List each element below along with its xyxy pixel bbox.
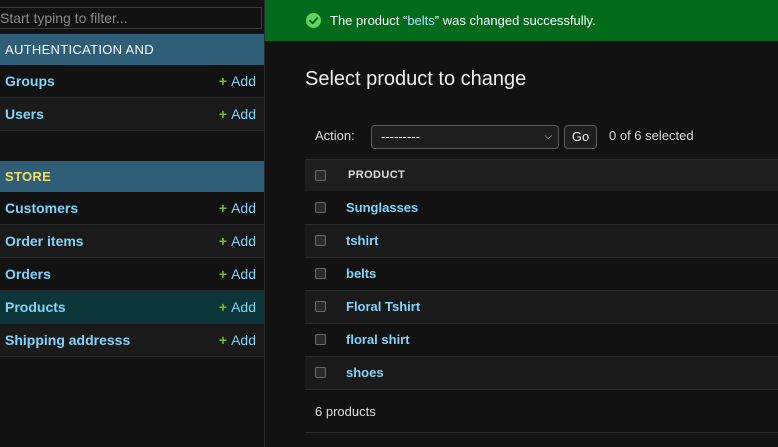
module-header-auth[interactable]: AUTHENTICATION AND AUTHORIZATION [0,34,264,88]
shipping-addresss-add-link[interactable]: + Add [219,324,256,356]
changed-object-link[interactable]: belts [407,13,434,28]
plus-icon: + [218,299,228,315]
row-checkbox[interactable] [315,367,326,378]
nav-sidebar: AUTHENTICATION AND AUTHORIZATION Groups … [0,0,265,447]
orders-link[interactable]: Orders [5,258,51,290]
products-add-link[interactable]: + Add [219,291,256,323]
plus-icon: + [218,106,228,122]
product-link[interactable]: Floral Tshirt [346,291,420,323]
column-header-product[interactable]: PRODUCT [348,160,405,191]
chevron-down-icon: ⌵ [544,131,552,142]
add-label: Add [231,233,256,249]
results-table-header: PRODUCT [305,159,778,191]
success-message: The product “belts” was changed successf… [265,0,778,41]
check-circle-icon [306,13,321,28]
table-row: shoes [305,357,778,390]
add-label: Add [231,299,256,315]
sidebar-item-order-items: Order items + Add [0,225,264,258]
module-header-store[interactable]: STORE [0,161,264,192]
table-row: floral shirt [305,324,778,357]
sidebar-item-customers: Customers + Add [0,192,264,225]
row-checkbox[interactable] [315,334,326,345]
actions-bar: Action: --------- ⌵ Go 0 of 6 selected [305,124,778,150]
sidebar-item-groups: Groups + Add [0,65,264,98]
product-link[interactable]: belts [346,258,376,290]
page-title: Select product to change [305,68,527,90]
groups-add-link[interactable]: + Add [219,65,256,97]
customers-link[interactable]: Customers [5,192,78,224]
message-suffix: ” was changed successfully. [434,13,596,28]
plus-icon: + [218,233,228,249]
add-label: Add [231,73,256,89]
groups-link[interactable]: Groups [5,65,55,97]
shipping-addresss-link[interactable]: Shipping addresss [5,324,130,356]
product-link[interactable]: shoes [346,357,384,389]
add-label: Add [231,200,256,216]
plus-icon: + [218,73,228,89]
selected-count: 0 of 6 selected [609,128,694,143]
product-link[interactable]: tshirt [346,225,379,257]
order-items-add-link[interactable]: + Add [219,225,256,257]
action-label: Action: [315,128,355,143]
go-button[interactable]: Go [564,125,597,149]
product-link[interactable]: Sunglasses [346,192,418,224]
select-all-checkbox[interactable] [315,170,326,181]
add-label: Add [231,332,256,348]
table-row: belts [305,258,778,291]
nav-filter-input[interactable] [0,7,262,29]
users-add-link[interactable]: + Add [219,98,256,130]
orders-add-link[interactable]: + Add [219,258,256,290]
sidebar-item-orders: Orders + Add [0,258,264,291]
products-link[interactable]: Products [5,291,66,323]
table-row: Sunglasses [305,192,778,225]
add-label: Add [231,266,256,282]
sidebar-item-products: Products + Add [0,291,264,324]
order-items-link[interactable]: Order items [5,225,84,257]
plus-icon: + [218,266,228,282]
table-row: Floral Tshirt [305,291,778,324]
sidebar-item-users: Users + Add [0,98,264,131]
paginator: 6 products [305,391,778,433]
row-checkbox[interactable] [315,202,326,213]
product-link[interactable]: floral shirt [346,324,410,356]
success-message-text: The product “belts” was changed successf… [330,0,596,41]
users-link[interactable]: Users [5,98,44,130]
action-selected-value: --------- [381,129,420,144]
add-label: Add [231,106,256,122]
result-count: 6 products [315,404,376,419]
plus-icon: + [218,200,228,216]
message-prefix: The product “ [330,13,408,28]
sidebar-item-shipping-addresss: Shipping addresss + Add [0,324,264,357]
customers-add-link[interactable]: + Add [219,192,256,224]
row-checkbox[interactable] [315,268,326,279]
row-checkbox[interactable] [315,235,326,246]
action-select[interactable]: --------- ⌵ [371,125,559,149]
plus-icon: + [218,332,228,348]
row-checkbox[interactable] [315,301,326,312]
table-row: tshirt [305,225,778,258]
